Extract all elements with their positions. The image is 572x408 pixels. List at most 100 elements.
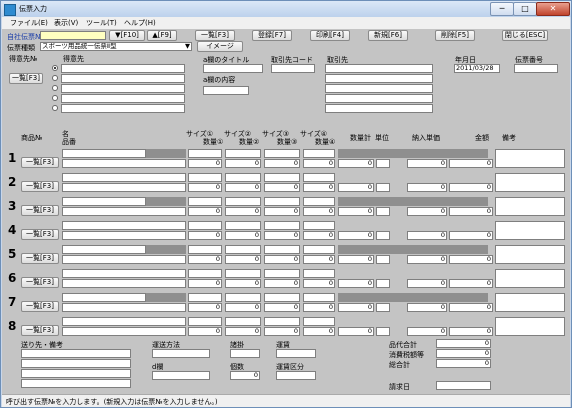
row-amount-input[interactable]: 0 <box>449 159 493 168</box>
row-item-no-input[interactable] <box>62 231 186 240</box>
invoice-date-input[interactable] <box>436 381 491 390</box>
ship-to-line-4[interactable] <box>21 379 131 388</box>
row-amount-input[interactable]: 0 <box>449 231 493 240</box>
ship-to-line-3[interactable] <box>21 369 131 378</box>
row-size4-input[interactable] <box>303 221 335 230</box>
row-qty-total-input[interactable]: 0 <box>338 183 374 192</box>
row-unit-input[interactable] <box>376 183 390 192</box>
supplier-code-input[interactable] <box>271 64 315 73</box>
row-list-button[interactable]: 一覧[F3] <box>21 205 59 216</box>
row-list-button[interactable]: 一覧[F3] <box>21 253 59 264</box>
row-size3-input[interactable] <box>264 173 300 182</box>
freight-class-input[interactable] <box>276 371 316 380</box>
customer-line-4[interactable] <box>61 94 185 103</box>
row-item-no-input[interactable] <box>62 207 186 216</box>
customer-radio-1[interactable] <box>52 65 58 71</box>
row-qty2-input[interactable]: 0 <box>225 183 261 192</box>
row-name-input[interactable] <box>62 245 146 254</box>
row-size1-input[interactable] <box>188 197 222 206</box>
row-size4-input[interactable] <box>303 197 335 206</box>
unit-input[interactable] <box>230 349 260 358</box>
maximize-button[interactable]: □ <box>513 2 537 16</box>
customer-list-button[interactable]: 一覧[F3] <box>9 73 43 84</box>
row-qty3-input[interactable]: 0 <box>264 279 300 288</box>
row-price-input[interactable]: 0 <box>407 279 447 288</box>
row-remarks-input[interactable] <box>495 149 565 168</box>
row-amount-input[interactable]: 0 <box>449 279 493 288</box>
row-qty3-input[interactable]: 0 <box>264 183 300 192</box>
row-qty4-input[interactable]: 0 <box>303 159 335 168</box>
row-remarks-input[interactable] <box>495 197 565 216</box>
menu-view[interactable]: 表示(V) <box>54 18 78 28</box>
row-qty-total-input[interactable]: 0 <box>338 159 374 168</box>
row-name-input[interactable] <box>62 317 186 326</box>
ship-method-input[interactable] <box>152 349 210 358</box>
customer-radio-4[interactable] <box>52 95 58 101</box>
row-size3-input[interactable] <box>264 221 300 230</box>
menu-file[interactable]: ファイル(E) <box>10 18 48 28</box>
row-qty4-input[interactable]: 0 <box>303 207 335 216</box>
row-item-no-input[interactable] <box>62 159 186 168</box>
delete-button[interactable]: 削除[F5] <box>435 30 475 41</box>
row-qty1-input[interactable]: 0 <box>188 279 222 288</box>
row-list-button[interactable]: 一覧[F3] <box>21 277 59 288</box>
row-size1-input[interactable] <box>188 173 222 182</box>
row-remarks-input[interactable] <box>495 269 565 288</box>
row-price-input[interactable]: 0 <box>407 255 447 264</box>
row-unit-input[interactable] <box>376 279 390 288</box>
row-price-input[interactable]: 0 <box>407 183 447 192</box>
ship-to-line-2[interactable] <box>21 359 131 368</box>
row-qty1-input[interactable]: 0 <box>188 327 222 336</box>
row-size4-input[interactable] <box>303 149 335 158</box>
row-name-input[interactable] <box>62 149 146 158</box>
row-unit-input[interactable] <box>376 303 390 312</box>
supplier-line-2[interactable] <box>325 74 433 83</box>
row-qty2-input[interactable]: 0 <box>225 207 261 216</box>
freight-input[interactable] <box>276 349 316 358</box>
row-unit-input[interactable] <box>376 255 390 264</box>
supplier-line-3[interactable] <box>325 84 433 93</box>
row-size2-input[interactable] <box>225 221 261 230</box>
row-remarks-input[interactable] <box>495 317 565 336</box>
row-price-input[interactable]: 0 <box>407 159 447 168</box>
row-size1-input[interactable] <box>188 149 222 158</box>
image-button[interactable]: イメージ <box>197 41 243 52</box>
row-amount-input[interactable]: 0 <box>449 255 493 264</box>
row-item-no-input[interactable] <box>62 303 186 312</box>
row-qty4-input[interactable]: 0 <box>303 303 335 312</box>
row-qty4-input[interactable]: 0 <box>303 231 335 240</box>
row-name-input[interactable] <box>62 173 186 182</box>
customer-radio-5[interactable] <box>52 105 58 111</box>
row-size2-input[interactable] <box>225 173 261 182</box>
row-list-button[interactable]: 一覧[F3] <box>21 325 59 336</box>
customer-line-5[interactable] <box>61 104 185 113</box>
new-button[interactable]: 新規[F6] <box>368 30 408 41</box>
a-title-input[interactable] <box>203 64 263 73</box>
row-size4-input[interactable] <box>303 245 335 254</box>
count-input[interactable]: 0 <box>230 371 260 380</box>
ship-to-line-1[interactable] <box>21 349 131 358</box>
slip-no-input[interactable] <box>40 31 106 40</box>
row-qty2-input[interactable]: 0 <box>225 159 261 168</box>
row-list-button[interactable]: 一覧[F3] <box>21 229 59 240</box>
row-qty2-input[interactable]: 0 <box>225 231 261 240</box>
close-esc-button[interactable]: 閉じる[ESC] <box>502 30 548 41</box>
row-size1-input[interactable] <box>188 221 222 230</box>
row-amount-input[interactable]: 0 <box>449 303 493 312</box>
row-remarks-input[interactable] <box>495 245 565 264</box>
row-item-no-input[interactable] <box>62 255 186 264</box>
row-price-input[interactable]: 0 <box>407 207 447 216</box>
row-qty-total-input[interactable]: 0 <box>338 303 374 312</box>
next-button[interactable]: ▼[F10] <box>109 30 145 41</box>
row-qty4-input[interactable]: 0 <box>303 183 335 192</box>
supplier-line-1[interactable] <box>325 64 433 73</box>
row-name-input[interactable] <box>62 269 186 278</box>
row-size3-input[interactable] <box>264 245 300 254</box>
row-size3-input[interactable] <box>264 269 300 278</box>
row-list-button[interactable]: 一覧[F3] <box>21 157 59 168</box>
row-size2-input[interactable] <box>225 245 261 254</box>
row-qty-total-input[interactable]: 0 <box>338 279 374 288</box>
row-qty-total-input[interactable]: 0 <box>338 207 374 216</box>
row-qty3-input[interactable]: 0 <box>264 231 300 240</box>
customer-radio-3[interactable] <box>52 85 58 91</box>
